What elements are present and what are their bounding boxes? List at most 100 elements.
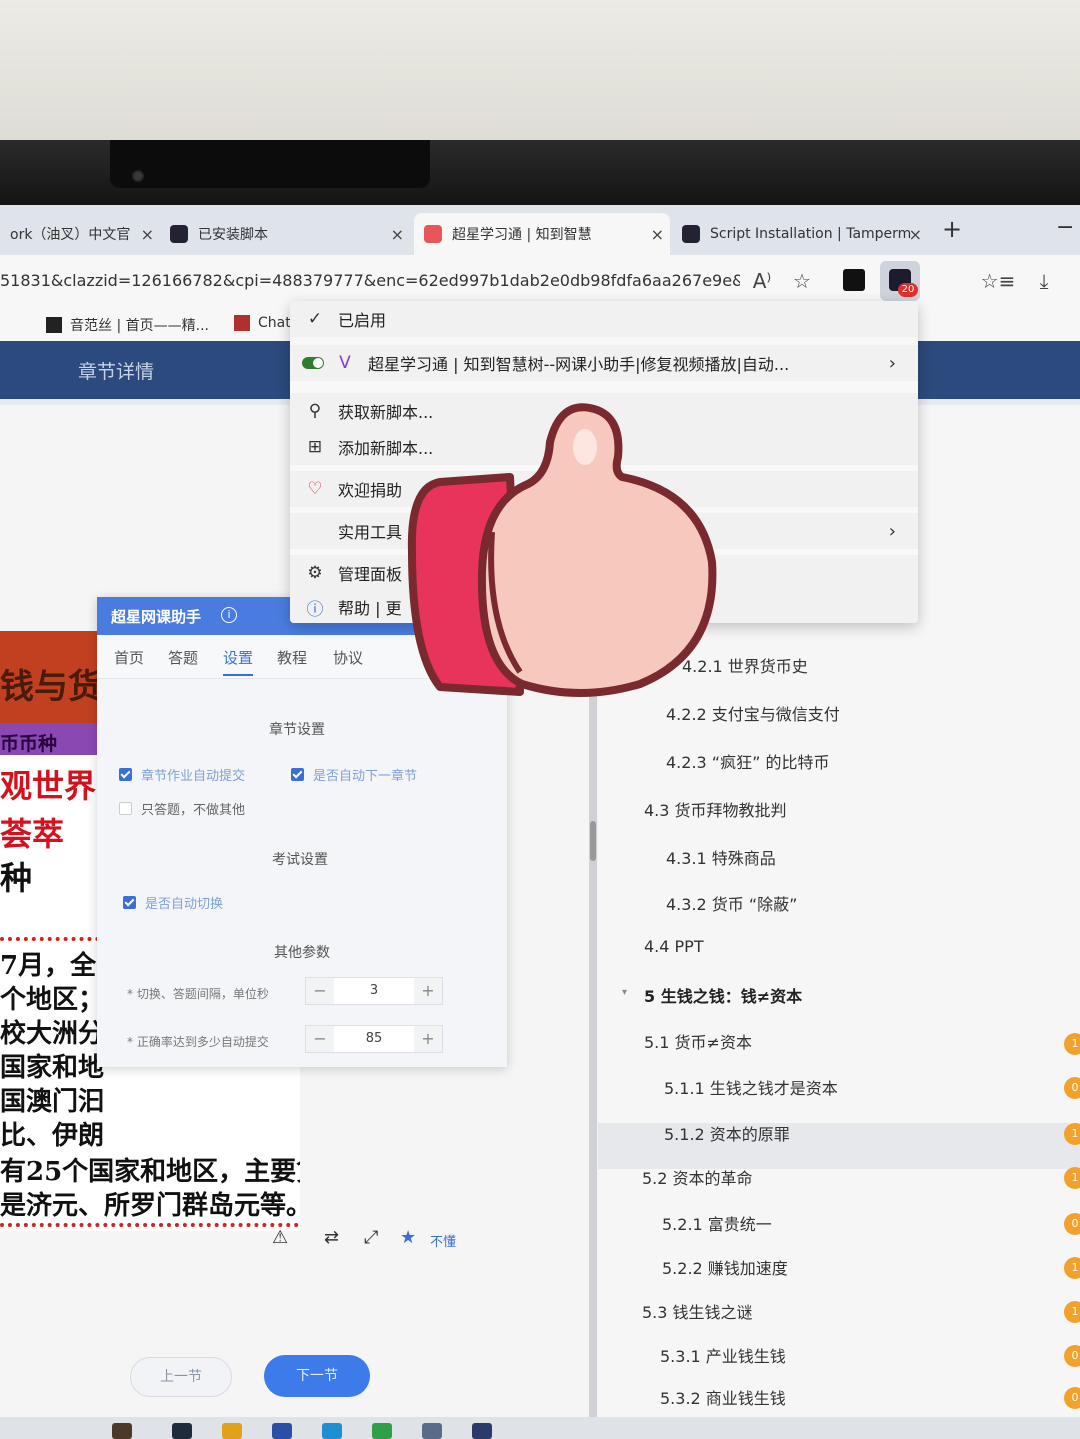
chapter-item[interactable]: 5.1 货币≠资本 (644, 1029, 752, 1053)
auto-submit-checkbox[interactable]: 章节作业自动提交 (119, 765, 245, 784)
close-icon[interactable]: × (909, 225, 922, 244)
slide-subtitle: 币币种 (0, 733, 58, 755)
slide-text: 是济元、所罗门群岛元等。 (0, 1191, 300, 1221)
chapter-status-dot: 1 (1064, 1301, 1080, 1323)
wall-background (0, 0, 1080, 160)
info-icon: ⓘ (306, 599, 324, 620)
check-icon: ✓ (307, 309, 323, 329)
increment-button[interactable]: + (414, 1026, 442, 1052)
auto-next-chapter-checkbox[interactable]: 是否自动下一章节 (291, 765, 417, 784)
interval-label: * 切换、答题间隔，单位秒 (127, 987, 269, 1001)
favorites-bar-icon[interactable]: ☆≡ (981, 267, 1016, 295)
slide-text: 有25个国家和地区，主要货币有 (0, 1157, 300, 1187)
tab-home[interactable]: 首页 (114, 647, 144, 668)
tab-agreement[interactable]: 协议 (333, 647, 363, 668)
info-icon[interactable]: i (221, 607, 237, 623)
tab-answer[interactable]: 答题 (168, 647, 198, 668)
tab-installed-scripts[interactable]: 已安装脚本 × (160, 213, 410, 255)
swap-icon[interactable]: ⇄ (324, 1227, 339, 1248)
taskbar-app-icon[interactable] (112, 1423, 132, 1439)
chapter-item[interactable]: 4.3 货币拜物教批判 (644, 797, 787, 821)
taskbar-app-icon[interactable] (272, 1423, 292, 1439)
checkbox-unchecked-icon (119, 802, 132, 815)
tab-script-installation[interactable]: Script Installation | Tamperm × (672, 213, 928, 255)
read-aloud-icon[interactable]: A⁾ (748, 267, 776, 295)
taskbar-app-icon[interactable] (172, 1423, 192, 1439)
downloads-icon[interactable]: ⤓ (1030, 267, 1058, 295)
checkbox-checked-icon (119, 768, 132, 781)
close-icon[interactable]: × (651, 225, 664, 244)
chapter-item[interactable]: 4.3.2 货币 “除蔽” (666, 891, 797, 915)
chapter-item[interactable]: 5.1.1 生钱之钱才是资本 (664, 1075, 838, 1099)
gear-icon[interactable] (472, 1423, 492, 1439)
accuracy-value[interactable]: 85 (334, 1026, 414, 1052)
chapter-item[interactable]: 5.3.2 商业钱生钱 (660, 1385, 786, 1409)
pane-divider-handle[interactable] (590, 821, 596, 861)
auto-switch-checkbox[interactable]: 是否自动切换 (123, 893, 223, 912)
chapter-item[interactable]: 5.2.2 赚钱加速度 (662, 1255, 788, 1279)
increment-button[interactable]: + (414, 978, 442, 1004)
decrement-button[interactable]: − (306, 978, 334, 1004)
collapse-arrow-icon[interactable]: ▾ (622, 987, 627, 998)
interval-value[interactable]: 3 (334, 978, 414, 1004)
chapter-item[interactable]: 5.1.2 资本的原罪 (664, 1121, 790, 1145)
extension-icon[interactable] (843, 269, 865, 291)
helper-title: 超星网课助手 (111, 608, 202, 626)
decrement-button[interactable]: − (306, 1026, 334, 1052)
star-icon[interactable]: ★ (400, 1227, 416, 1248)
chapter-status-dot: 1 (1064, 1123, 1080, 1145)
chapter-item[interactable]: 4.4 PPT (644, 937, 704, 956)
edge-icon[interactable] (322, 1423, 342, 1439)
thumb-hand (477, 403, 717, 697)
taskbar-app-icon[interactable] (372, 1423, 392, 1439)
tab-greasyfork[interactable]: ork（油叉）中文官 × (0, 213, 160, 255)
favorite-star-icon[interactable]: ☆ (788, 267, 816, 295)
laptop-bezel (0, 140, 1080, 210)
taskbar-app-icon[interactable] (422, 1423, 442, 1439)
menu-label: 帮助 | 更 (338, 599, 402, 618)
prev-section-button[interactable]: 上一节 (130, 1357, 232, 1397)
taskbar (0, 1417, 1080, 1439)
next-section-button[interactable]: 下一节 (264, 1355, 370, 1397)
url-field[interactable]: 51831&clazzid=126166782&cpi=488379777&en… (0, 271, 740, 290)
menu-enabled[interactable]: ✓ 已启用 (290, 301, 918, 341)
menu-label: 实用工具 (338, 523, 403, 542)
slide-text: 校大洲分 (0, 1019, 105, 1049)
folder-icon[interactable] (222, 1423, 242, 1439)
chapter-item[interactable]: 4.2.3 “疯狂” 的比特币 (666, 749, 829, 773)
tampermonkey-icon (682, 225, 700, 243)
warning-icon[interactable]: ⚠ (272, 1227, 288, 1248)
interval-stepper[interactable]: − 3 + (305, 977, 443, 1005)
checkbox-label: 只答题，不做其他 (141, 803, 246, 818)
expand-icon[interactable]: ⤢ (364, 1227, 378, 1248)
chapter-item[interactable]: 5 生钱之钱：钱≠资本 (644, 983, 802, 1007)
chapter-item[interactable]: 5.2.1 富贵统一 (662, 1211, 772, 1235)
tampermonkey-extension-button[interactable]: 20 (880, 261, 920, 301)
tab-chaoxing-script[interactable]: 超星学习通 | 知到智慧 × (414, 213, 670, 255)
close-icon[interactable]: × (141, 225, 154, 244)
tab-bar: ork（油叉）中文官 × 已安装脚本 × 超星学习通 | 知到智慧 × Scri… (0, 205, 1080, 255)
close-icon[interactable]: × (391, 225, 404, 244)
new-tab-button[interactable]: + (942, 215, 962, 243)
script-toggle[interactable] (302, 357, 324, 369)
not-understand-button[interactable]: 不懂 (430, 1231, 456, 1250)
menu-script-item[interactable]: V 超星学习通 | 知到智慧树--网课小助手|修复视频播放|自动... › (290, 345, 918, 385)
chapter-item[interactable]: 4.3.1 特殊商品 (666, 845, 776, 869)
chapter-item[interactable]: 5.3.1 产业钱生钱 (660, 1343, 786, 1367)
thumbs-up-sticker (407, 403, 717, 697)
menu-label: 已启用 (338, 311, 387, 330)
tab-settings[interactable]: 设置 (223, 647, 254, 676)
chapter-item[interactable]: 4.2.2 支付宝与微信支付 (666, 701, 840, 725)
section-chapter-settings: 章节设置 (269, 722, 325, 738)
chapter-item[interactable]: 5.3 钱生钱之谜 (642, 1299, 753, 1323)
bookmark-item[interactable]: Chat (234, 315, 291, 331)
tab-tutorial[interactable]: 教程 (277, 647, 307, 668)
chapter-item[interactable]: 5.2 资本的革命 (642, 1165, 753, 1189)
chapter-status-dot: 0 (1064, 1213, 1080, 1235)
accuracy-stepper[interactable]: − 85 + (305, 1025, 443, 1053)
minimize-button[interactable]: − (1056, 215, 1074, 240)
answer-only-checkbox[interactable]: 只答题，不做其他 (119, 799, 245, 818)
tab-label: ork（油叉）中文官 (10, 227, 131, 243)
checkbox-label: 是否自动下一章节 (313, 769, 418, 784)
bookmark-item[interactable]: 音范丝 | 首页——精... (46, 315, 209, 335)
